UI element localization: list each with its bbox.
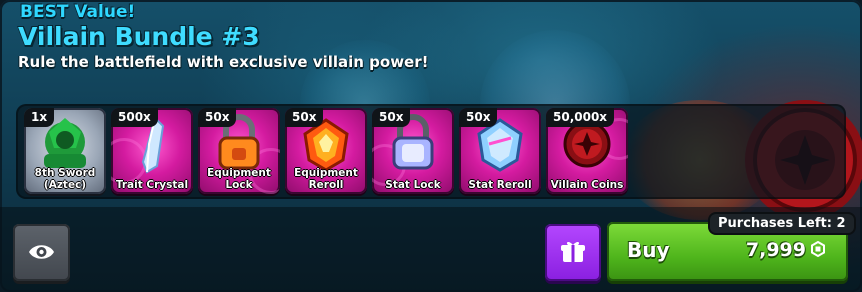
item-quantity: 50,000x	[546, 108, 615, 127]
item-label: Stat Reroll	[468, 179, 532, 191]
item-quantity: 50x	[285, 108, 324, 127]
item-label: Equipment Reroll	[294, 167, 358, 191]
robux-icon	[811, 241, 825, 257]
item-quantity: 50x	[372, 108, 411, 127]
purchases-left-badge: Purchases Left: 2	[710, 214, 854, 233]
bundle-item-8th-sword[interactable]: 1x 8th Sword (Aztec)	[24, 108, 106, 194]
bundle-item-stat-reroll[interactable]: 50x Stat Reroll	[459, 108, 541, 194]
eye-icon	[29, 245, 54, 259]
item-label: Trait Crystal	[115, 179, 189, 191]
price-value: 7,999	[745, 239, 806, 261]
gift-button[interactable]	[545, 224, 601, 281]
bundle-item-trait-crystal[interactable]: 500x Trait Crystal	[111, 108, 193, 194]
bundle-item-equipment-lock[interactable]: 50x Equipment Lock	[198, 108, 280, 194]
item-label: Equipment Lock	[207, 167, 271, 191]
bundle-offer-panel: BEST Value! Villain Bundle #3 Rule the b…	[0, 0, 862, 292]
bundle-items-list: 1x 8th Sword (Aztec) 500x Trait Crystal 5…	[24, 108, 628, 194]
item-quantity: 50x	[198, 108, 237, 127]
item-label: 8th Sword (Aztec)	[34, 167, 96, 191]
gift-icon	[561, 241, 585, 262]
item-label: Villain Coins	[550, 179, 624, 191]
bundle-subtitle: Rule the battlefield with exclusive vill…	[18, 53, 429, 71]
best-value-badge: BEST Value!	[20, 2, 136, 22]
buy-label: Buy	[627, 238, 670, 262]
item-label: Stat Lock	[385, 179, 441, 191]
bundle-item-equipment-reroll[interactable]: 50x Equipment Reroll	[285, 108, 367, 194]
item-quantity: 50x	[459, 108, 498, 127]
item-quantity: 500x	[111, 108, 158, 127]
item-quantity: 1x	[24, 108, 55, 127]
bundle-item-villain-coins[interactable]: 50,000x Villain Coins	[546, 108, 628, 194]
preview-button[interactable]	[13, 224, 70, 281]
bundle-title: Villain Bundle #3	[18, 22, 260, 51]
bundle-item-stat-lock[interactable]: 50x Stat Lock	[372, 108, 454, 194]
